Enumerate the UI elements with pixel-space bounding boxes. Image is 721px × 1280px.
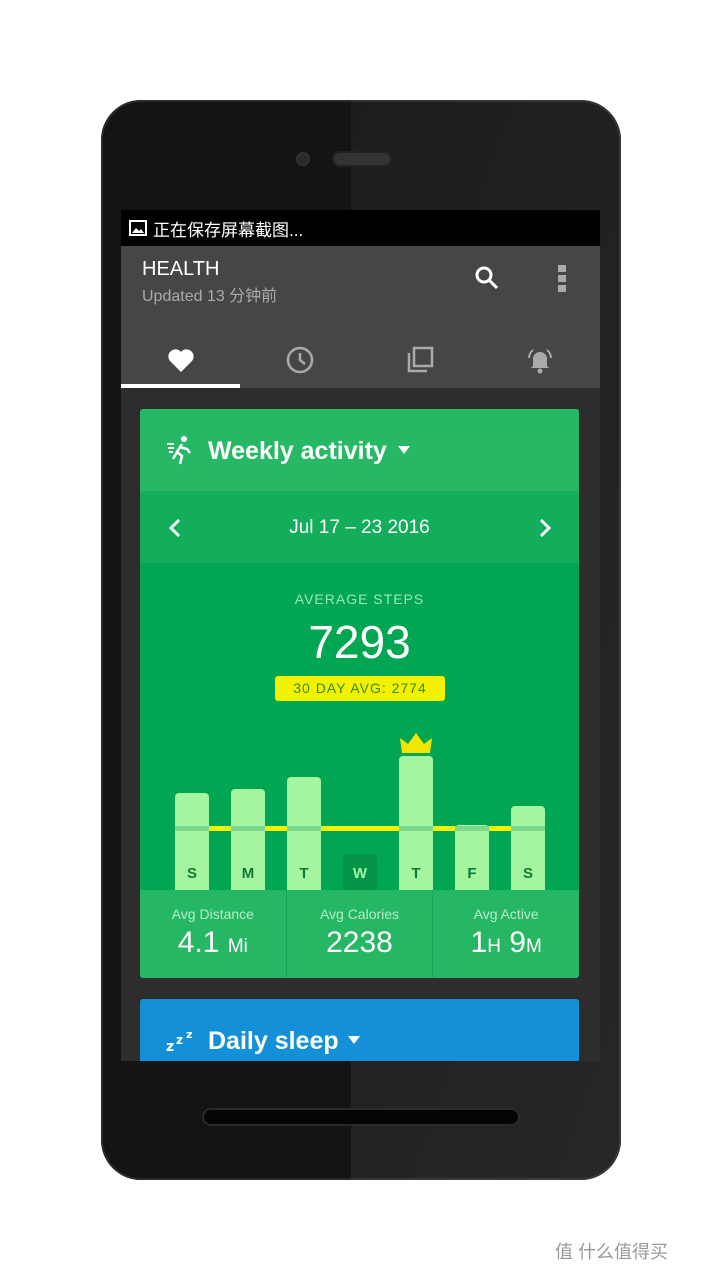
day-label: W	[352, 865, 368, 882]
steps-bar-chart: SMTWTFS	[140, 709, 579, 890]
chevron-right-icon[interactable]	[538, 518, 552, 538]
stat-active: Avg Active 1H 9M	[433, 890, 579, 978]
stats-row: Avg Distance 4.1 Mi Avg Calories 2238 Avg …	[140, 890, 579, 978]
stat-label: Avg Calories	[319, 906, 400, 922]
day-label: T	[411, 865, 421, 882]
stat-unit: M	[525, 936, 542, 957]
stat-distance: Avg Distance 4.1 Mi	[140, 890, 287, 978]
screen: 正在保存屏幕截图... HEALTH Updated 13 分钟前 Weekly…	[121, 210, 600, 1061]
card-title: Weekly activity	[208, 437, 387, 465]
day-label: F	[467, 865, 477, 882]
average-steps-label: AVERAGE STEPS	[294, 591, 425, 607]
speaker-grille	[202, 1108, 520, 1126]
stat-calories: Avg Calories 2238	[287, 890, 434, 978]
stat-value: 9	[509, 926, 526, 959]
average-line-overlay	[231, 826, 265, 831]
stat-unit: Mi	[227, 936, 248, 957]
thirty-day-average-badge: 30 DAY AVG: 2774	[275, 676, 445, 701]
tab-cards[interactable]	[360, 334, 479, 386]
notification-text: 正在保存屏幕截图...	[153, 220, 304, 240]
bar-5[interactable]: F	[455, 825, 489, 890]
clock-icon	[286, 346, 313, 374]
crown-icon	[400, 733, 432, 753]
svg-text:z: z	[176, 1033, 183, 1047]
running-icon	[167, 436, 191, 465]
camera	[296, 152, 310, 166]
date-navigator: Jul 17 – 23 2016	[140, 493, 579, 563]
day-label: M	[241, 865, 255, 882]
bar-4[interactable]: T	[399, 756, 433, 890]
bar-3[interactable]: W	[343, 854, 377, 890]
app-subtitle: Updated 13 分钟前	[142, 288, 278, 305]
card-header[interactable]: Weekly activity	[140, 409, 579, 493]
search-icon[interactable]	[473, 264, 501, 292]
earpiece	[332, 151, 392, 167]
tab-history[interactable]	[240, 334, 359, 386]
tab-alarms[interactable]	[480, 334, 599, 386]
average-line-overlay	[455, 826, 489, 831]
image-icon	[129, 220, 147, 236]
stat-unit: H	[487, 936, 501, 957]
dropdown-icon[interactable]	[398, 446, 410, 454]
layers-icon	[407, 346, 433, 373]
sleep-card-title: Daily sleep	[208, 1027, 339, 1055]
status-bar: 正在保存屏幕截图...	[121, 210, 600, 246]
date-range: Jul 17 – 23 2016	[289, 517, 430, 538]
average-line-overlay	[175, 826, 209, 831]
day-label: T	[299, 865, 309, 882]
stat-value: 4.1	[177, 926, 220, 959]
average-line-overlay	[511, 826, 545, 831]
tab-health[interactable]	[121, 334, 240, 386]
day-label: S	[186, 865, 197, 882]
stat-label: Avg Active	[473, 906, 539, 922]
svg-text:z: z	[166, 1039, 174, 1053]
stat-value: 1	[470, 926, 488, 959]
app-title: HEALTH	[142, 258, 220, 280]
daily-sleep-card[interactable]: zzz Daily sleep	[140, 999, 579, 1061]
dropdown-icon[interactable]	[348, 1036, 360, 1044]
watermark: 值 什么值得买	[555, 1242, 669, 1262]
weekly-activity-card: Weekly activity Jul 17 – 23 2016 AVERAGE…	[140, 409, 579, 978]
bar-2[interactable]: T	[287, 777, 321, 890]
sleep-zzz-icon: zzz	[166, 1029, 192, 1053]
bar-6[interactable]: S	[511, 806, 545, 890]
more-vert-icon[interactable]	[557, 264, 567, 294]
alarm-icon	[527, 349, 552, 374]
stat-label: Avg Distance	[171, 906, 254, 922]
bar-1[interactable]: M	[231, 789, 265, 890]
app-bar: HEALTH Updated 13 分钟前	[121, 246, 600, 388]
day-label: S	[522, 865, 533, 882]
stat-value: 2238	[326, 926, 393, 959]
heart-icon	[167, 349, 194, 372]
svg-text:z: z	[186, 1029, 192, 1041]
tab-indicator	[121, 384, 240, 388]
average-line-overlay	[287, 826, 321, 831]
average-steps-value: 7293	[308, 616, 411, 668]
average-line-overlay	[399, 826, 433, 831]
bar-0[interactable]: S	[175, 793, 209, 890]
